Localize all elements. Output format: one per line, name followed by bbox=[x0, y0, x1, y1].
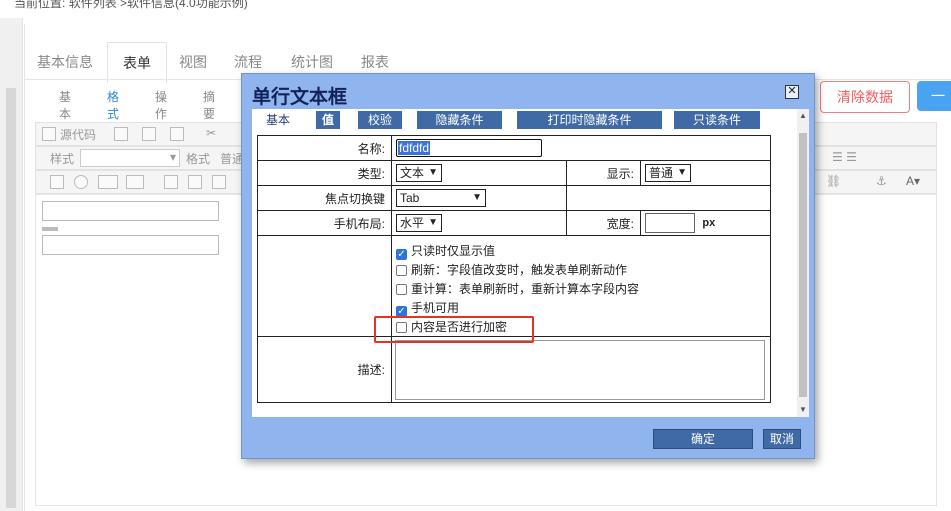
width-input[interactable] bbox=[645, 213, 695, 233]
name-label: 名称: bbox=[257, 135, 392, 161]
dialog-body: 基本 值 校验 隐藏条件 打印时隐藏条件 只读条件 名称: fdfdfd 类型:… bbox=[252, 109, 809, 417]
checkbox-icon[interactable] bbox=[50, 175, 64, 189]
description-label: 描述: bbox=[257, 336, 392, 403]
tab-basic-info[interactable]: 基本信息 bbox=[25, 42, 105, 82]
checkbox-recalculate[interactable]: 重计算：表单刷新时，重新计算本字段内容 bbox=[396, 280, 639, 297]
template-icon[interactable] bbox=[170, 127, 184, 141]
preview-icon[interactable] bbox=[142, 127, 156, 141]
preview-divider bbox=[42, 227, 58, 231]
cut-icon[interactable]: ✂ bbox=[206, 126, 216, 140]
subtab-summary[interactable]: 摘要 bbox=[203, 88, 215, 122]
chevron-down-icon[interactable]: ▾ bbox=[170, 150, 176, 164]
image-icon[interactable] bbox=[212, 175, 226, 189]
dialog-tab-print-hide-condition[interactable]: 打印时隐藏条件 bbox=[517, 111, 662, 129]
dialog-scroll-thumb[interactable] bbox=[799, 133, 807, 397]
checkbox-refresh[interactable]: 刷新：字段值改变时，触发表单刷新动作 bbox=[396, 261, 627, 278]
close-icon[interactable]: ✕ bbox=[785, 85, 799, 99]
type-label: 类型: bbox=[257, 160, 392, 186]
options-label-cell bbox=[257, 235, 392, 337]
checkbox-mobile-enabled[interactable]: ✓ 手机可用 bbox=[396, 299, 459, 317]
clear-data-button[interactable]: 清除数据 bbox=[820, 81, 910, 113]
dialog-tab-basic[interactable]: 基本 bbox=[252, 111, 304, 129]
align-icon[interactable]: ☰ ☰ bbox=[832, 150, 857, 164]
blue-action-button[interactable]: 一 bbox=[917, 81, 951, 111]
anchor-icon[interactable]: ⚓ bbox=[876, 174, 887, 188]
width-label: 宽度: bbox=[566, 210, 641, 236]
textarea-icon[interactable] bbox=[126, 175, 144, 189]
name-input[interactable]: fdfdfd bbox=[396, 139, 542, 157]
breadcrumb-prefix: 当前位置: bbox=[14, 0, 66, 10]
dialog-tab-validate[interactable]: 校验 bbox=[358, 111, 402, 129]
calendar-icon[interactable] bbox=[188, 175, 202, 189]
scroll-down-icon[interactable]: ▼ bbox=[799, 405, 807, 414]
description-textarea[interactable] bbox=[395, 339, 765, 400]
chevron-down-icon: ▼ bbox=[472, 192, 482, 203]
preview-input-2[interactable] bbox=[42, 235, 219, 255]
focus-key-label: 焦点切换键 bbox=[257, 185, 392, 211]
display-label: 显示: bbox=[566, 160, 641, 186]
format-label: 格式 bbox=[186, 152, 211, 166]
checkbox-label: 刷新：字段值改变时，触发表单刷新动作 bbox=[411, 263, 628, 277]
name-input-value: fdfdfd bbox=[398, 141, 431, 155]
mobile-layout-label: 手机布局: bbox=[257, 210, 392, 236]
checkbox-label: 手机可用 bbox=[411, 301, 460, 315]
dialog-tab-readonly-condition[interactable]: 只读条件 bbox=[674, 111, 760, 129]
chevron-down-icon: ▼ bbox=[428, 217, 438, 228]
checkbox-readonly-value-only[interactable]: ✓ 只读时仅显示值 bbox=[396, 242, 495, 260]
textfield-icon[interactable] bbox=[98, 175, 118, 189]
breadcrumb-path[interactable]: 软件列表 >软件信息(4.0功能示例) bbox=[69, 0, 248, 10]
scroll-thumb[interactable] bbox=[6, 88, 16, 508]
ok-button[interactable]: 确定 bbox=[653, 429, 753, 449]
chevron-down-icon: ▼ bbox=[428, 167, 438, 178]
single-line-textbox-dialog: 单行文本框 ✕ 基本 值 校验 隐藏条件 打印时隐藏条件 只读条件 名称: fd… bbox=[241, 73, 815, 459]
display-select[interactable]: 普通 ▼ bbox=[645, 164, 691, 182]
dialog-tab-value[interactable]: 值 bbox=[316, 111, 340, 129]
type-select[interactable]: 文本 ▼ bbox=[396, 164, 442, 182]
checkbox-checked-icon: ✓ bbox=[396, 249, 407, 260]
width-unit: px bbox=[702, 217, 716, 230]
source-button[interactable]: 源代码 bbox=[60, 126, 96, 143]
dialog-tab-hide-condition[interactable]: 隐藏条件 bbox=[417, 111, 502, 129]
table-icon[interactable] bbox=[164, 175, 178, 189]
copy-icon[interactable] bbox=[114, 127, 128, 141]
mobile-layout-value: 水平 bbox=[400, 216, 425, 230]
dialog-tabs: 基本 值 校验 隐藏条件 打印时隐藏条件 只读条件 bbox=[252, 109, 797, 129]
left-scrollbar[interactable] bbox=[0, 18, 23, 511]
highlight-box bbox=[374, 316, 534, 343]
style-label: 样式 bbox=[50, 152, 75, 166]
dialog-scrollbar[interactable]: ▲ ▼ bbox=[797, 109, 809, 417]
subtab-format[interactable]: 格式 bbox=[107, 88, 119, 122]
dialog-title: 单行文本框 bbox=[252, 87, 348, 108]
focus-key-select[interactable]: Tab ▼ bbox=[396, 189, 486, 207]
field-properties-table: 名称: fdfdfd 类型: 文本 ▼ 显示: 普通 ▼ 焦点切换键 Tab ▼… bbox=[257, 135, 771, 403]
radio-icon[interactable] bbox=[74, 175, 88, 189]
link-icon[interactable]: ⛓ bbox=[826, 174, 841, 188]
source-icon[interactable] bbox=[42, 127, 56, 141]
cancel-button[interactable]: 取消 bbox=[763, 429, 801, 449]
font-color-icon[interactable]: A▾ bbox=[906, 174, 920, 188]
style-select[interactable] bbox=[80, 149, 180, 167]
chevron-down-icon: ▼ bbox=[677, 167, 687, 178]
checkbox-label: 重计算：表单刷新时，重新计算本字段内容 bbox=[411, 282, 640, 296]
focus-key-value: Tab bbox=[400, 191, 420, 205]
checkbox-unchecked-icon bbox=[396, 265, 407, 276]
tab-form[interactable]: 表单 bbox=[107, 42, 167, 83]
tab-view[interactable]: 视图 bbox=[167, 42, 219, 82]
checkbox-label: 只读时仅显示值 bbox=[411, 244, 496, 258]
preview-input-1[interactable] bbox=[42, 201, 219, 221]
scroll-up-icon[interactable]: ▲ bbox=[799, 111, 807, 120]
subtab-basic[interactable]: 基本 bbox=[59, 88, 71, 122]
checkbox-unchecked-icon bbox=[396, 284, 407, 295]
mobile-layout-select[interactable]: 水平 ▼ bbox=[396, 214, 442, 232]
subtab-action[interactable]: 操作 bbox=[155, 88, 167, 122]
type-select-value: 文本 bbox=[400, 166, 425, 180]
breadcrumb: 当前位置: 软件列表 >软件信息(4.0功能示例) bbox=[0, 0, 248, 12]
empty-cell bbox=[566, 185, 771, 211]
display-select-value: 普通 bbox=[649, 166, 674, 180]
